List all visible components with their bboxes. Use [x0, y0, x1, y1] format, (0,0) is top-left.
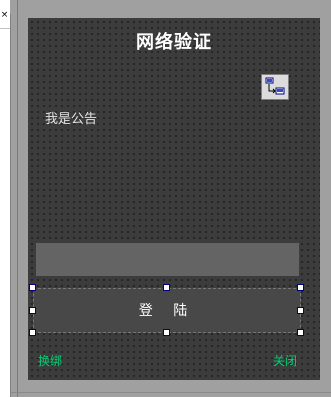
toolbox-divider — [0, 28, 10, 29]
top-strip — [10, 0, 331, 14]
card-key-input[interactable] — [36, 243, 299, 276]
selection-handle-top-right[interactable] — [297, 284, 304, 291]
close-icon[interactable]: × — [0, 10, 9, 20]
window-control-icon[interactable] — [261, 74, 289, 100]
selection-handle-top-middle[interactable] — [163, 284, 170, 291]
selection-handle-bottom-right[interactable] — [297, 329, 304, 336]
selection-handle-middle-right[interactable] — [297, 307, 304, 314]
login-button[interactable]: 登 陆 — [33, 288, 301, 333]
selection-handle-bottom-left[interactable] — [29, 329, 36, 336]
close-link[interactable]: 关闭 — [273, 352, 297, 369]
unbind-link[interactable]: 换绑 — [38, 352, 62, 369]
notice-label: 我是公告 — [45, 112, 98, 127]
selection-handle-middle-left[interactable] — [29, 307, 36, 314]
form-window[interactable]: 网络验证 我是公告 登 陆 换绑 关闭 — [28, 18, 320, 380]
selection-handle-top-left[interactable] — [29, 284, 36, 291]
designer-bottom-border — [10, 392, 331, 393]
selection-handle-bottom-middle[interactable] — [163, 329, 170, 336]
designer-guide-line — [17, 0, 18, 397]
toolbox-strip: × — [0, 0, 11, 397]
form-designer-canvas: × 网络验证 我是公告 登 陆 换绑 关闭 — [0, 0, 331, 397]
form-title: 网络验证 — [136, 32, 212, 53]
